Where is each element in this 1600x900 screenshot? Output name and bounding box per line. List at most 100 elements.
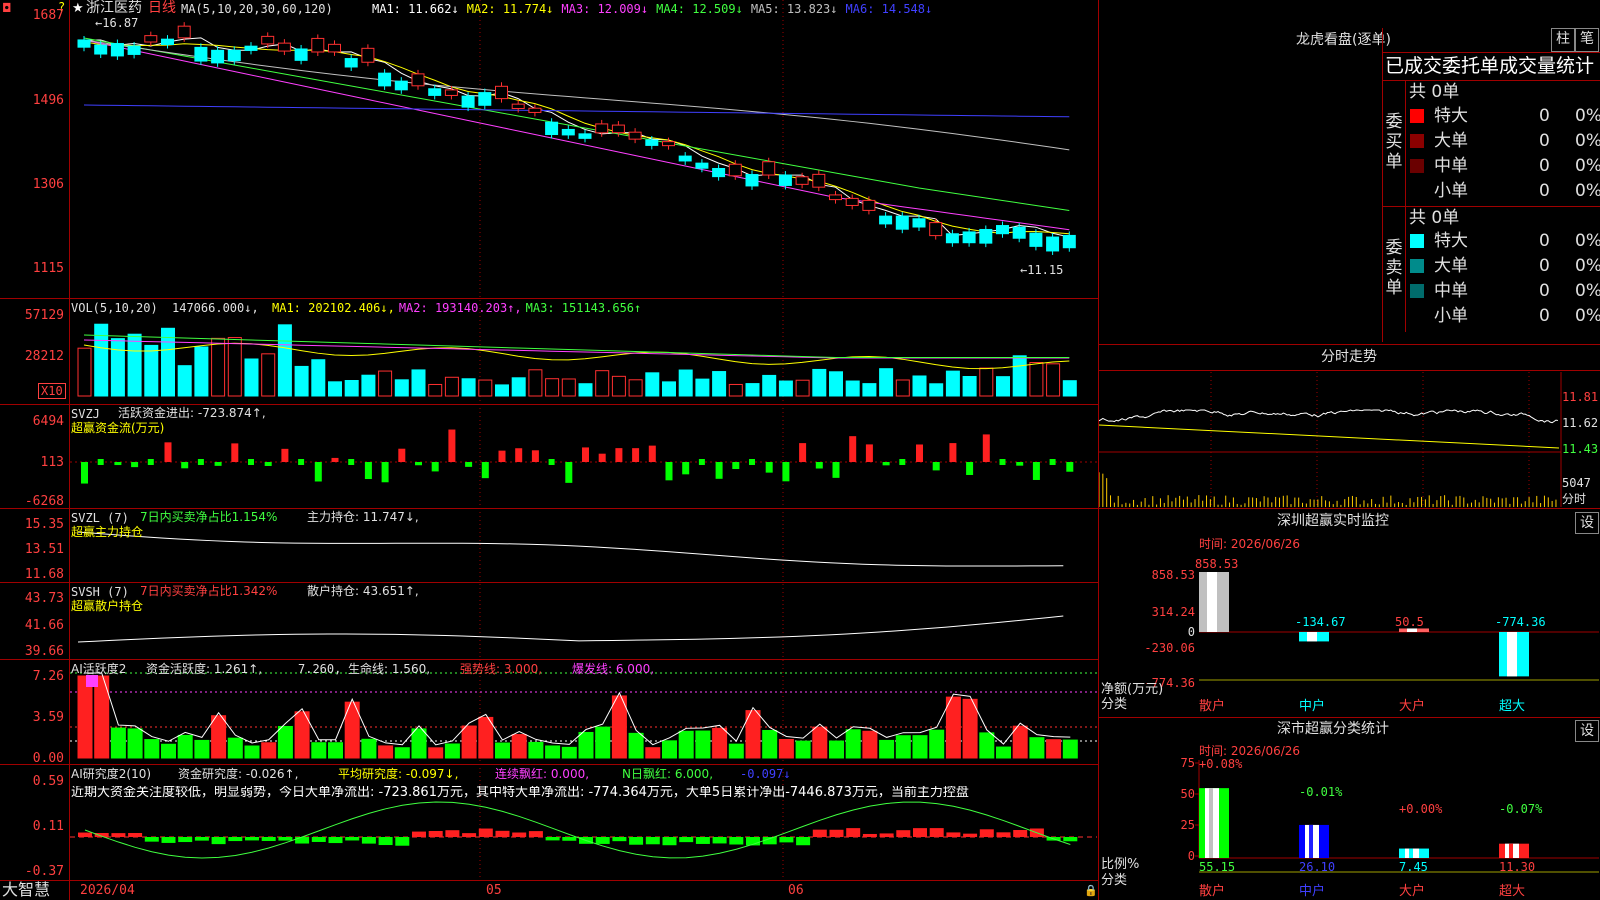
candle [962,231,976,244]
candle [812,173,826,188]
ai-active-a: 资金活跃度: 1.261↑, [146,662,263,676]
flow-bar [865,444,873,462]
ma-value-label: MA3: 151143.656↑ [525,301,642,315]
volume-bar [110,338,125,397]
candle [411,73,425,87]
svzl-ratio: 7日内买卖净占比1.154% [140,510,278,524]
volume-bar [511,377,526,397]
research-bar [428,830,443,837]
lock-icon[interactable]: 🔒 [1084,884,1098,898]
activity-bar [110,727,126,759]
volume-bar [194,346,209,397]
research-bar [261,837,276,841]
flow-bar [114,462,122,466]
candle [511,103,525,110]
volume-bar [545,378,560,397]
volume-bar [829,371,843,397]
unit-badge: X10 [38,383,66,399]
volume-bar [762,374,777,397]
candle [361,47,375,63]
ma-value-label: MA4: 12.509↓ [656,2,743,16]
volume-bar [645,372,660,397]
svzl-hold: 主力持仓: 11.747↓, [307,510,419,524]
flow-bar [1049,459,1056,465]
ma-value-label: MA3: 12.009↓ [561,2,649,16]
volume-bar [812,368,827,397]
volume-bar [628,379,643,397]
research-bar [896,830,911,837]
volume-bar [778,380,793,397]
candle [378,72,392,87]
research-bar [278,837,293,841]
flow-bar [214,462,222,466]
volume-bar [144,344,159,397]
flow-bar [1066,462,1074,472]
holding-line [77,615,1064,643]
period-label[interactable]: 日线 [148,1,176,15]
flow-bar [131,462,139,468]
activity-bar [211,715,227,759]
high-marker: ←16.87 [95,16,139,30]
volume-bar [261,353,276,397]
activity-bar [378,745,394,759]
volume-bar [795,379,810,397]
volume-bar [328,381,342,397]
volume-bar [945,370,960,397]
flow-bar [782,462,790,482]
candle [795,176,809,185]
y-label: 1687 [32,8,64,23]
candle [595,123,609,134]
volume-bar [1029,362,1044,397]
activity-bar [912,735,928,759]
activity-bar [1012,725,1028,759]
flow-bar [982,434,990,462]
y-label: 0.00 [32,751,64,766]
volume-bar [344,380,359,397]
ai-comment: 近期大资金关注度较低，明显弱势，今日大单净流出: -723.861万元，其中特大… [71,786,969,800]
research-bar [328,837,343,844]
candle [1046,236,1060,252]
ma-value-label: MA1: 202102.406↓, [272,301,395,315]
stock-name: 浙江医药 [86,0,142,16]
activity-bar [945,696,961,759]
activity-bar [227,737,243,759]
volume-bar [561,378,576,397]
activity-bar [979,732,995,759]
holding-line [77,531,1064,567]
kline-chart[interactable] [0,0,1098,900]
flow-bar [749,459,755,465]
star-icon[interactable]: ★ [72,2,84,16]
ai-research-title: AI研究度2(10) [71,767,152,781]
research-bar [862,833,877,837]
volume-bar [979,367,994,397]
y-label: 41.66 [24,618,64,633]
volume-bar [277,324,292,397]
activity-bar [545,745,561,759]
research-bar [1063,837,1078,842]
candle [277,42,291,52]
research-bar [395,837,410,846]
activity-bar [244,745,260,759]
ma-values: MA1: 11.662↓ MA2: 11.774↓ MA3: 12.009↓ MA4:… [372,2,940,16]
candle [528,107,542,113]
candle [929,222,943,237]
flow-bar [932,462,940,471]
activity-bar [444,743,460,759]
activity-line [85,672,1071,746]
flow-bar [832,462,840,478]
candle [227,49,241,62]
candle [461,95,475,108]
avg-price-line [1099,424,1560,449]
stat-bar-core [1509,843,1513,858]
candle [979,228,993,244]
volume-bar [461,378,476,397]
research-bar [144,837,159,842]
y-label: 11.68 [24,567,64,582]
research-bar [412,831,426,837]
y-label: -6268 [24,494,64,509]
research-bar [478,828,493,837]
research-bar [378,837,393,846]
flow-bar [298,459,305,465]
candle [728,163,742,177]
flow-bar [515,448,523,462]
